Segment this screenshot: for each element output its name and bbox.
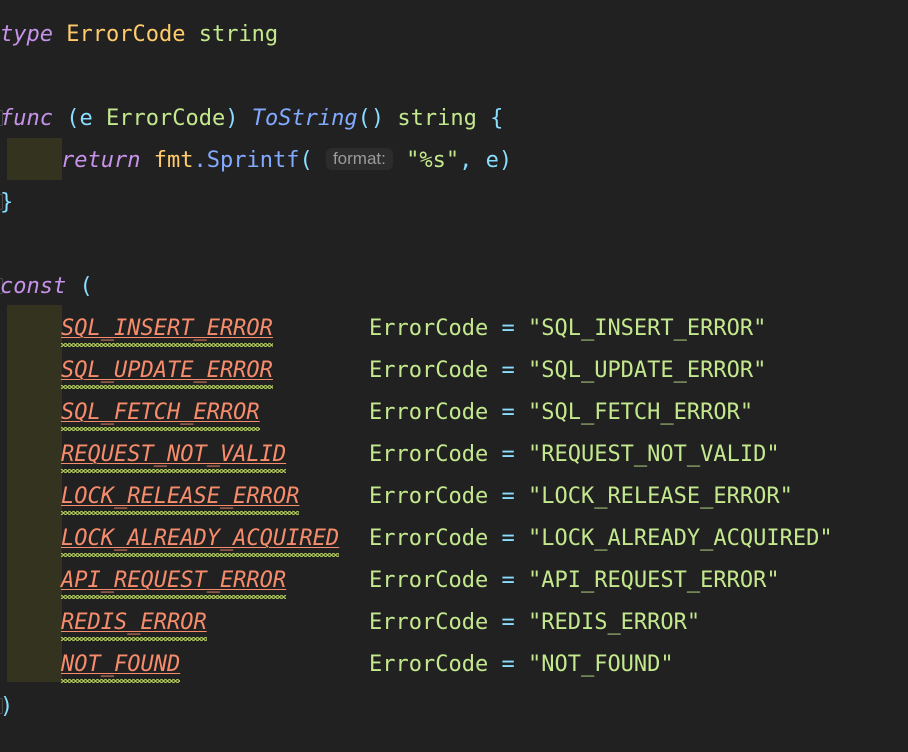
- const-entry-name-column: SQL_FETCH_ERROR: [61, 392, 369, 434]
- inlay-hint-format-parameter: format:: [325, 148, 393, 170]
- format-string-literal: "%s": [406, 148, 460, 173]
- const-entry-value: "SQL_UPDATE_ERROR": [527, 358, 767, 383]
- const-entry-name: REQUEST_NOT_VALID: [61, 442, 287, 467]
- code-line-const-entry[interactable]: NOT_FOUND ErrorCode = "NOT_FOUND": [61, 644, 674, 686]
- code-line-const-entry[interactable]: SQL_INSERT_ERROR ErrorCode = "SQL_INSERT_…: [61, 308, 766, 350]
- spellcheck-squiggle: API_REQUEST_ERROR: [61, 560, 287, 602]
- type-underlying-string: string: [198, 22, 279, 47]
- spellcheck-squiggle: SQL_INSERT_ERROR: [61, 308, 273, 350]
- const-entry-type: ErrorCode: [369, 526, 489, 551]
- const-entry-type: ErrorCode: [369, 484, 489, 509]
- const-entry-name: SQL_FETCH_ERROR: [61, 400, 260, 425]
- const-entry-type: ErrorCode: [369, 610, 489, 635]
- const-entry-name: REDIS_ERROR: [61, 610, 207, 635]
- const-entry-equals: =: [501, 358, 515, 383]
- const-entry-name-column: LOCK_ALREADY_ACQUIRED: [61, 518, 369, 560]
- const-entry-equals: =: [501, 484, 515, 509]
- keyword-func: func: [0, 106, 53, 131]
- dot-operator: .: [193, 148, 207, 173]
- keyword-const: const: [0, 274, 67, 299]
- const-paren-close: ): [0, 694, 14, 719]
- const-entry-name: LOCK_RELEASE_ERROR: [61, 484, 300, 509]
- const-entry-name-column: REQUEST_NOT_VALID: [61, 434, 369, 476]
- const-entry-value: "REQUEST_NOT_VALID": [527, 442, 780, 467]
- const-entry-equals: =: [501, 568, 515, 593]
- code-line-const-entry[interactable]: SQL_FETCH_ERROR ErrorCode = "SQL_FETCH_ER…: [61, 392, 753, 434]
- brace-open: {: [490, 106, 504, 131]
- code-line-const-entry[interactable]: LOCK_ALREADY_ACQUIRED ErrorCode = "LOCK_A…: [61, 518, 833, 560]
- const-paren-open: (: [79, 274, 93, 299]
- code-line-const-open[interactable]: const (: [0, 266, 93, 308]
- spellcheck-squiggle: LOCK_RELEASE_ERROR: [61, 476, 300, 518]
- keyword-type: type: [0, 22, 53, 47]
- const-entry-equals: =: [501, 526, 515, 551]
- code-line-const-entry[interactable]: LOCK_RELEASE_ERROR ErrorCode = "LOCK_RELE…: [61, 476, 793, 518]
- indent-guide-const-body: [7, 305, 62, 682]
- spellcheck-squiggle: SQL_FETCH_ERROR: [61, 392, 260, 434]
- const-entry-name-column: NOT_FOUND: [61, 644, 369, 686]
- const-entry-name-column: LOCK_RELEASE_ERROR: [61, 476, 369, 518]
- const-entry-name-column: SQL_UPDATE_ERROR: [61, 350, 369, 392]
- const-entry-name: SQL_INSERT_ERROR: [61, 316, 273, 341]
- code-line-const-entry[interactable]: REDIS_ERROR ErrorCode = "REDIS_ERROR": [61, 602, 700, 644]
- const-entry-value: "API_REQUEST_ERROR": [527, 568, 780, 593]
- code-line-type-decl[interactable]: type ErrorCode string: [0, 14, 278, 56]
- const-entry-equals: =: [501, 316, 515, 341]
- const-entry-name: API_REQUEST_ERROR: [61, 568, 287, 593]
- const-entry-type: ErrorCode: [369, 400, 489, 425]
- arg-comma: ,: [459, 148, 473, 173]
- type-name-errorcode: ErrorCode: [66, 22, 186, 47]
- const-entry-value: "LOCK_ALREADY_ACQUIRED": [527, 526, 833, 551]
- receiver-name: e: [79, 106, 93, 131]
- code-line-const-entry[interactable]: REQUEST_NOT_VALID ErrorCode = "REQUEST_NO…: [61, 434, 780, 476]
- const-entry-value: "SQL_INSERT_ERROR": [527, 316, 767, 341]
- const-entry-name: LOCK_ALREADY_ACQUIRED: [61, 526, 340, 551]
- code-line-const-entry[interactable]: SQL_UPDATE_ERROR ErrorCode = "SQL_UPDATE_…: [61, 350, 766, 392]
- const-entry-type: ErrorCode: [369, 442, 489, 467]
- const-entry-name: SQL_UPDATE_ERROR: [61, 358, 273, 383]
- call-paren-open: (: [299, 148, 313, 173]
- code-line-func-close-brace[interactable]: }: [0, 182, 13, 224]
- const-entry-equals: =: [501, 442, 515, 467]
- receiver-paren-close: ): [225, 106, 239, 131]
- spellcheck-squiggle: REQUEST_NOT_VALID: [61, 434, 287, 476]
- call-paren-close: ): [498, 148, 513, 173]
- const-entry-name-column: REDIS_ERROR: [61, 602, 369, 644]
- code-editor-viewport[interactable]: type ErrorCode string func (e ErrorCode)…: [0, 0, 908, 752]
- indent-guide-func-body: [7, 138, 62, 180]
- const-entry-name-column: SQL_INSERT_ERROR: [61, 308, 369, 350]
- const-entry-type: ErrorCode: [369, 316, 489, 341]
- const-entry-name-column: API_REQUEST_ERROR: [61, 560, 369, 602]
- method-name-tostring: ToString: [251, 106, 358, 131]
- package-fmt: fmt: [153, 148, 194, 173]
- const-entry-type: ErrorCode: [369, 568, 489, 593]
- spellcheck-squiggle: REDIS_ERROR: [61, 602, 207, 644]
- const-entry-type: ErrorCode: [369, 358, 489, 383]
- spellcheck-squiggle: SQL_UPDATE_ERROR: [61, 350, 273, 392]
- code-line-const-close[interactable]: ): [0, 686, 13, 728]
- const-entry-type: ErrorCode: [369, 652, 489, 677]
- const-entry-name: NOT_FOUND: [61, 652, 181, 677]
- receiver-paren-open: (: [66, 106, 80, 131]
- spellcheck-squiggle: LOCK_ALREADY_ACQUIRED: [61, 518, 340, 560]
- code-line-const-entry[interactable]: API_REQUEST_ERROR ErrorCode = "API_REQUES…: [61, 560, 780, 602]
- const-entry-equals: =: [501, 400, 515, 425]
- const-entry-value: "LOCK_RELEASE_ERROR": [527, 484, 793, 509]
- method-params: (): [357, 106, 385, 131]
- receiver-type: ErrorCode: [105, 106, 226, 131]
- arg-receiver-e: e: [485, 148, 499, 173]
- method-return-type: string: [397, 106, 477, 131]
- brace-close: }: [0, 190, 14, 215]
- const-entry-value: "REDIS_ERROR": [527, 610, 701, 635]
- code-line-return-sprintf[interactable]: return fmt.Sprintf( format: "%s", e): [61, 140, 512, 182]
- const-entry-value: "SQL_FETCH_ERROR": [527, 400, 754, 425]
- spellcheck-squiggle: NOT_FOUND: [61, 644, 181, 686]
- function-sprintf: Sprintf: [206, 148, 300, 173]
- keyword-return: return: [61, 148, 141, 173]
- const-entry-equals: =: [501, 610, 515, 635]
- code-line-func-signature[interactable]: func (e ErrorCode) ToString() string {: [0, 98, 503, 140]
- const-entry-value: "NOT_FOUND": [527, 652, 674, 677]
- const-entry-equals: =: [501, 652, 515, 677]
